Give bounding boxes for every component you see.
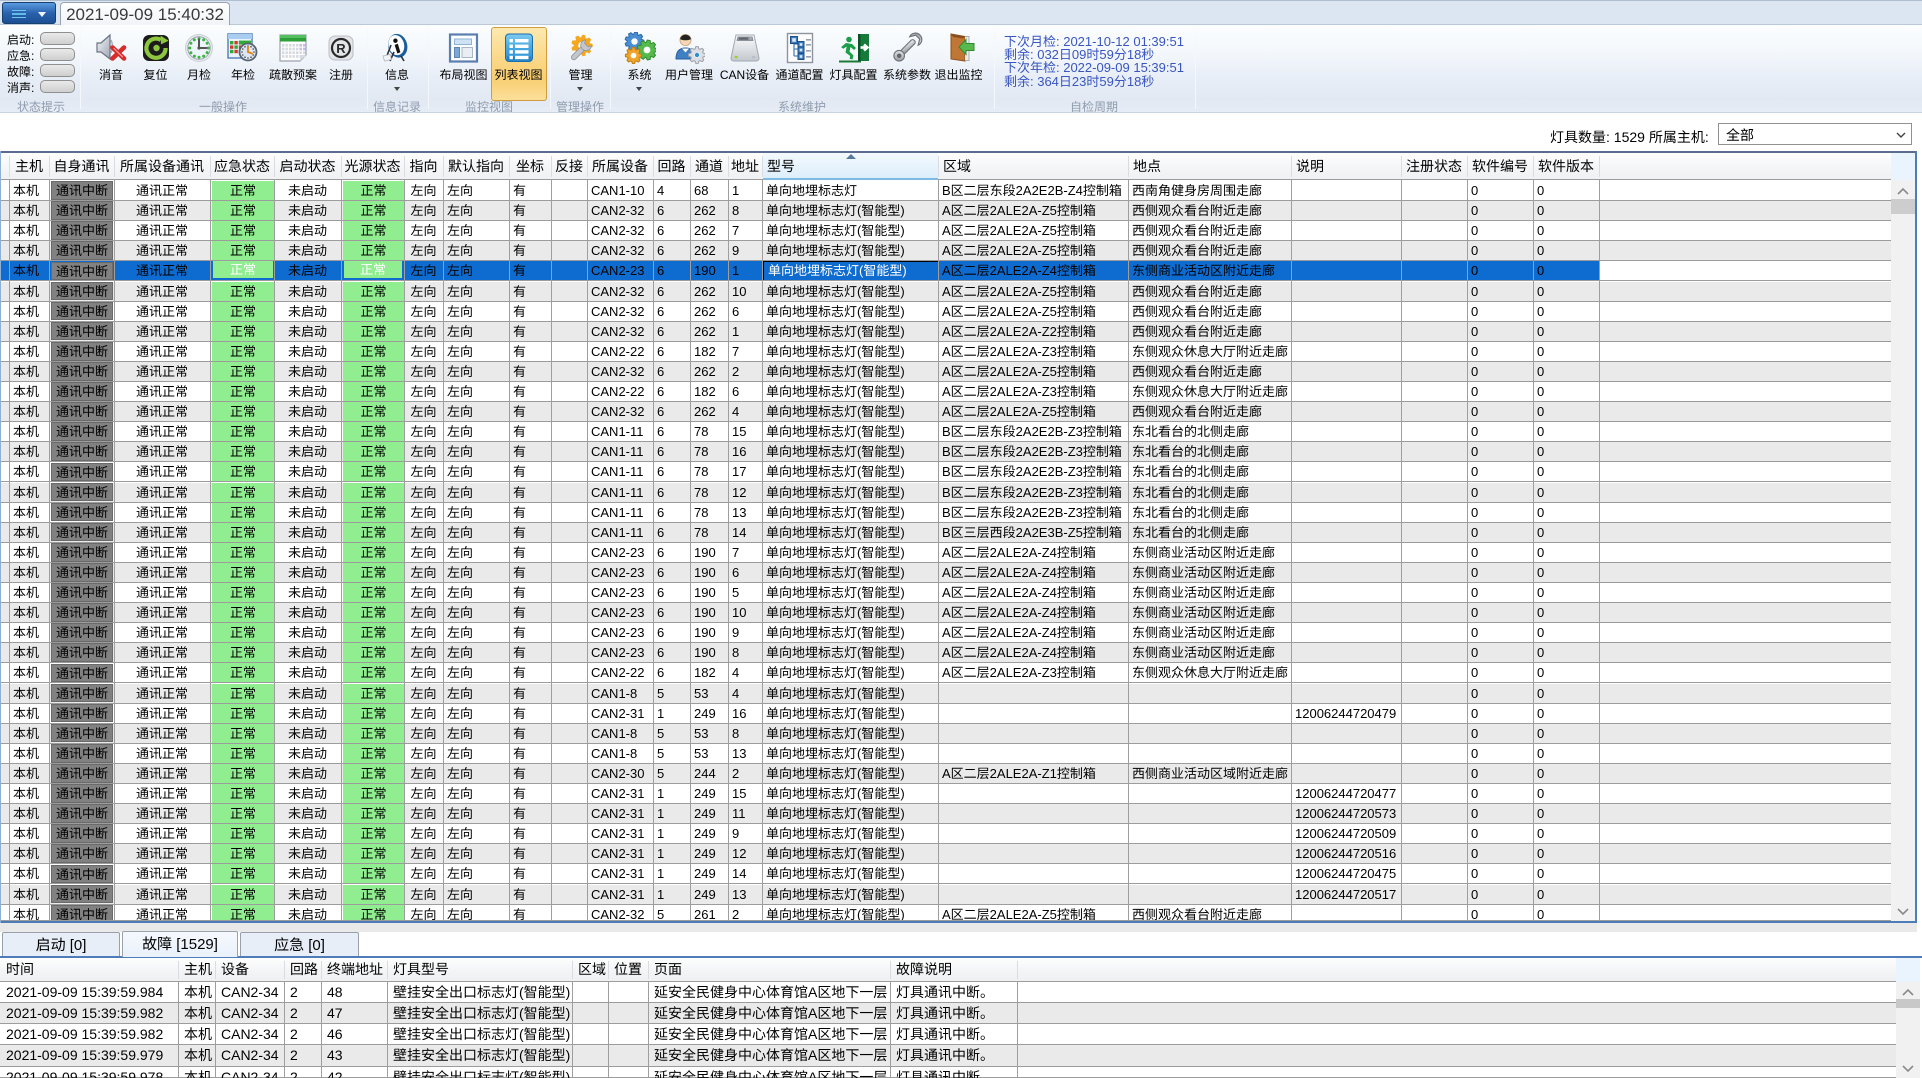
svg-text:R: R [336, 41, 346, 56]
